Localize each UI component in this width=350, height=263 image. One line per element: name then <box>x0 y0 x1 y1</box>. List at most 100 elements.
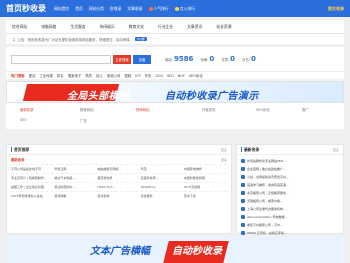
site-link[interactable]: 提醒工作 | 企业信息管理 <box>11 185 54 189</box>
nav-item-clicks[interactable]: 点入排行 <box>174 6 195 12</box>
hot-tag[interactable]: SEO <box>167 74 174 78</box>
hot-search-row: 热门搜索 爱站 工业传媒 排名 搜索电子 简历 幼儿 家政公司 视频 ICP 外… <box>6 71 344 79</box>
category-item[interactable]: 电脑网络 <box>41 24 56 30</box>
list-item-label: 上海公司注册代办服务机构... <box>247 207 286 211</box>
site-link[interactable]: 不同公司是如此地不同 <box>11 167 54 171</box>
more-link[interactable]: 更多 <box>333 148 339 152</box>
list-item[interactable]: 企业官网 | 独立站建站推广... <box>241 165 339 173</box>
hot-tag[interactable]: 家政公司 <box>107 73 121 78</box>
site-favicon-icon <box>241 231 245 235</box>
table-row: 不同公司是如此地不同 华夏云网... 电脑故障与网络... 风雷 中国家电维修 <box>11 164 227 173</box>
qq-group-badge[interactable]: QQ群 <box>134 37 147 41</box>
site-link[interactable]: 英文秒收 <box>97 194 140 198</box>
list-item[interactable]: 小站 - 全网最新资讯聚合平台... <box>241 173 339 181</box>
header-ad-banner[interactable]: 全局头部横幅 自动秒收录广告演示 <box>6 81 344 103</box>
site-favicon-icon <box>241 215 245 219</box>
hot-tag[interactable]: 外包 <box>145 73 152 78</box>
list-item-label: 英语学习推荐 - 青春有道英语... <box>247 183 289 187</box>
list-item[interactable]: 无锡搬家公司 - 搬家价格... <box>241 197 339 205</box>
hot-tag[interactable]: 爱站 <box>29 73 36 78</box>
submit-link[interactable]: 提交收录 <box>328 6 344 12</box>
hot-tag[interactable]: 排名 <box>57 73 64 78</box>
tab-fast-review[interactable]: 快审网站 <box>136 107 150 112</box>
site-link[interactable]: 百度秒收录... <box>141 176 184 180</box>
tab-promotion[interactable]: 推广 <box>302 107 309 112</box>
list-item[interactable]: 外贸站群优化专业网站SEO... <box>241 157 339 165</box>
list-item[interactable]: 上海公司注册代办服务机构... <box>241 205 339 213</box>
table-row: 专业宣传片 | 短视频制作... 湖北汽车购票... 首页秒收录 百度秒收录..… <box>11 173 227 182</box>
site-link[interactable]: 2023年秒收录新入驻站 <box>11 194 54 198</box>
hot-tag[interactable]: 搜索电子 <box>68 73 82 78</box>
baidu-search-button[interactable]: 百度 <box>133 54 151 64</box>
site-link[interactable]: Wi-Fi无线网 <box>184 185 227 189</box>
site-link[interactable]: 游戏攻略 <box>54 194 97 198</box>
tab-recommended[interactable]: 推荐网站 <box>80 107 94 112</box>
list-item-label: 小站 - 全网最新资讯聚合平台... <box>247 175 289 179</box>
category-item[interactable]: 教育文化 <box>129 24 144 30</box>
list-item[interactable]: Abnormal Data | 异常数据... <box>241 213 339 221</box>
site-favicon-icon <box>241 199 245 203</box>
site-link[interactable]: NetsMono <box>141 185 184 189</box>
list-item[interactable]: 北京搬家公司 - 正规搬家服务... <box>241 189 339 197</box>
category-item[interactable]: 生活服务 <box>70 24 85 30</box>
tab-seo[interactable]: SEO <box>20 118 27 122</box>
latest-panel: 最新收录 更多 外贸站群优化专业网站SEO... 企业官网 | 独立站建站推广.… <box>236 144 344 235</box>
more-link[interactable]: 更多 <box>221 158 227 162</box>
site-link[interactable]: 中国智能建筑网 <box>184 176 227 180</box>
search-row: 立即搜索 百度 网站: 9586 待审: 0 文章: 0 今日: 0 <box>6 47 344 71</box>
site-link[interactable]: 营业执照快办... <box>54 185 97 189</box>
nav-label: 人气排行 <box>153 5 169 11</box>
site-link[interactable]: 风雷 <box>141 167 184 171</box>
list-item-label: 北京搬家公司 - 正规搬家服务... <box>247 191 289 195</box>
tab-seo-optimize[interactable]: SEO优化 <box>256 107 270 112</box>
site-link[interactable]: 湖北汽车购票... <box>54 176 97 180</box>
hot-tag[interactable]: ICP <box>135 74 140 78</box>
category-item[interactable]: 行业企业 <box>158 24 173 30</box>
tab-ads[interactable]: 广告 <box>80 118 87 123</box>
hot-tag[interactable]: BUY <box>178 74 185 78</box>
site-link[interactable]: 安卓下载 <box>184 194 227 198</box>
hot-tag[interactable]: GCG <box>155 74 163 78</box>
site-logo[interactable]: 首页秒收录 <box>6 3 54 14</box>
nav-item-articles[interactable]: 文章收录 <box>127 6 142 12</box>
site-link[interactable]: 专业宣传片 | 短视频制作... <box>11 176 54 180</box>
site-favicon-icon <box>241 175 245 179</box>
list-item[interactable]: 英语学习推荐 - 青春有道英语... <box>241 181 339 189</box>
category-item[interactable]: 综合网站 <box>12 24 27 30</box>
category-item[interactable]: 休闲娱乐 <box>100 24 115 30</box>
hot-tag[interactable]: 简历 <box>85 73 92 78</box>
hot-tag[interactable]: 工业传媒 <box>39 73 53 78</box>
nav-item-home[interactable]: 首页 <box>75 6 83 12</box>
subheader-title: 最新收录 <box>11 158 25 162</box>
site-link[interactable]: HX2A Fort... <box>97 185 140 189</box>
stat-pending: 待审: 0 <box>200 55 214 63</box>
notice-bar: ♫ 公告：首页秒收录为广大站长提供免费收录网站服务，快速提交，自动审核。 QQ群 <box>6 34 344 44</box>
panel-header: 首页推荐 更多 <box>7 145 231 155</box>
nav-item-submit[interactable]: 网站提交 <box>54 6 69 12</box>
search-input[interactable] <box>11 54 111 64</box>
hot-tag[interactable]: 视频 <box>124 73 131 78</box>
nav-item-categories[interactable]: 网站分类 <box>89 6 104 12</box>
hot-tag[interactable]: 幼儿 <box>96 73 103 78</box>
nav-item-instant[interactable]: 秒收录 <box>110 6 121 12</box>
nav-item-popularity[interactable]: 人气排行 <box>148 5 169 12</box>
site-link[interactable]: 中国家电维修 <box>184 167 227 171</box>
category-item[interactable]: 文章资讯 <box>187 24 202 30</box>
text-ad-banner[interactable]: 文本广告横幅 自动秒收录 <box>6 236 344 263</box>
site-link[interactable]: 电脑故障与网络... <box>97 167 140 171</box>
search-button[interactable]: 立即搜索 <box>113 54 131 64</box>
list-item[interactable]: 重庆万州搬家公司 - 万州... <box>241 221 339 229</box>
speaker-icon: ♫ <box>12 36 16 42</box>
more-link[interactable]: 更多 <box>221 148 227 152</box>
site-link[interactable]: 华夏云网... <box>54 167 97 171</box>
site-grid: 不同公司是如此地不同 华夏云网... 电脑故障与网络... 风雷 中国家电维修 … <box>7 164 231 200</box>
tab-latest[interactable]: 最新收录 <box>20 107 34 112</box>
banner-text-right: 自动秒收录 <box>172 246 222 257</box>
tab-outlinks[interactable]: 外链发布 <box>202 107 216 112</box>
site-link[interactable]: 综合服务 <box>141 194 184 198</box>
stat-value: 0 <box>209 55 215 63</box>
category-item[interactable]: 站长资源 <box>216 24 231 30</box>
hot-tag[interactable]: SEO优化 <box>189 73 203 78</box>
panel-title: 首页推荐 <box>14 146 30 152</box>
site-link[interactable]: 首页秒收录 <box>97 176 140 180</box>
